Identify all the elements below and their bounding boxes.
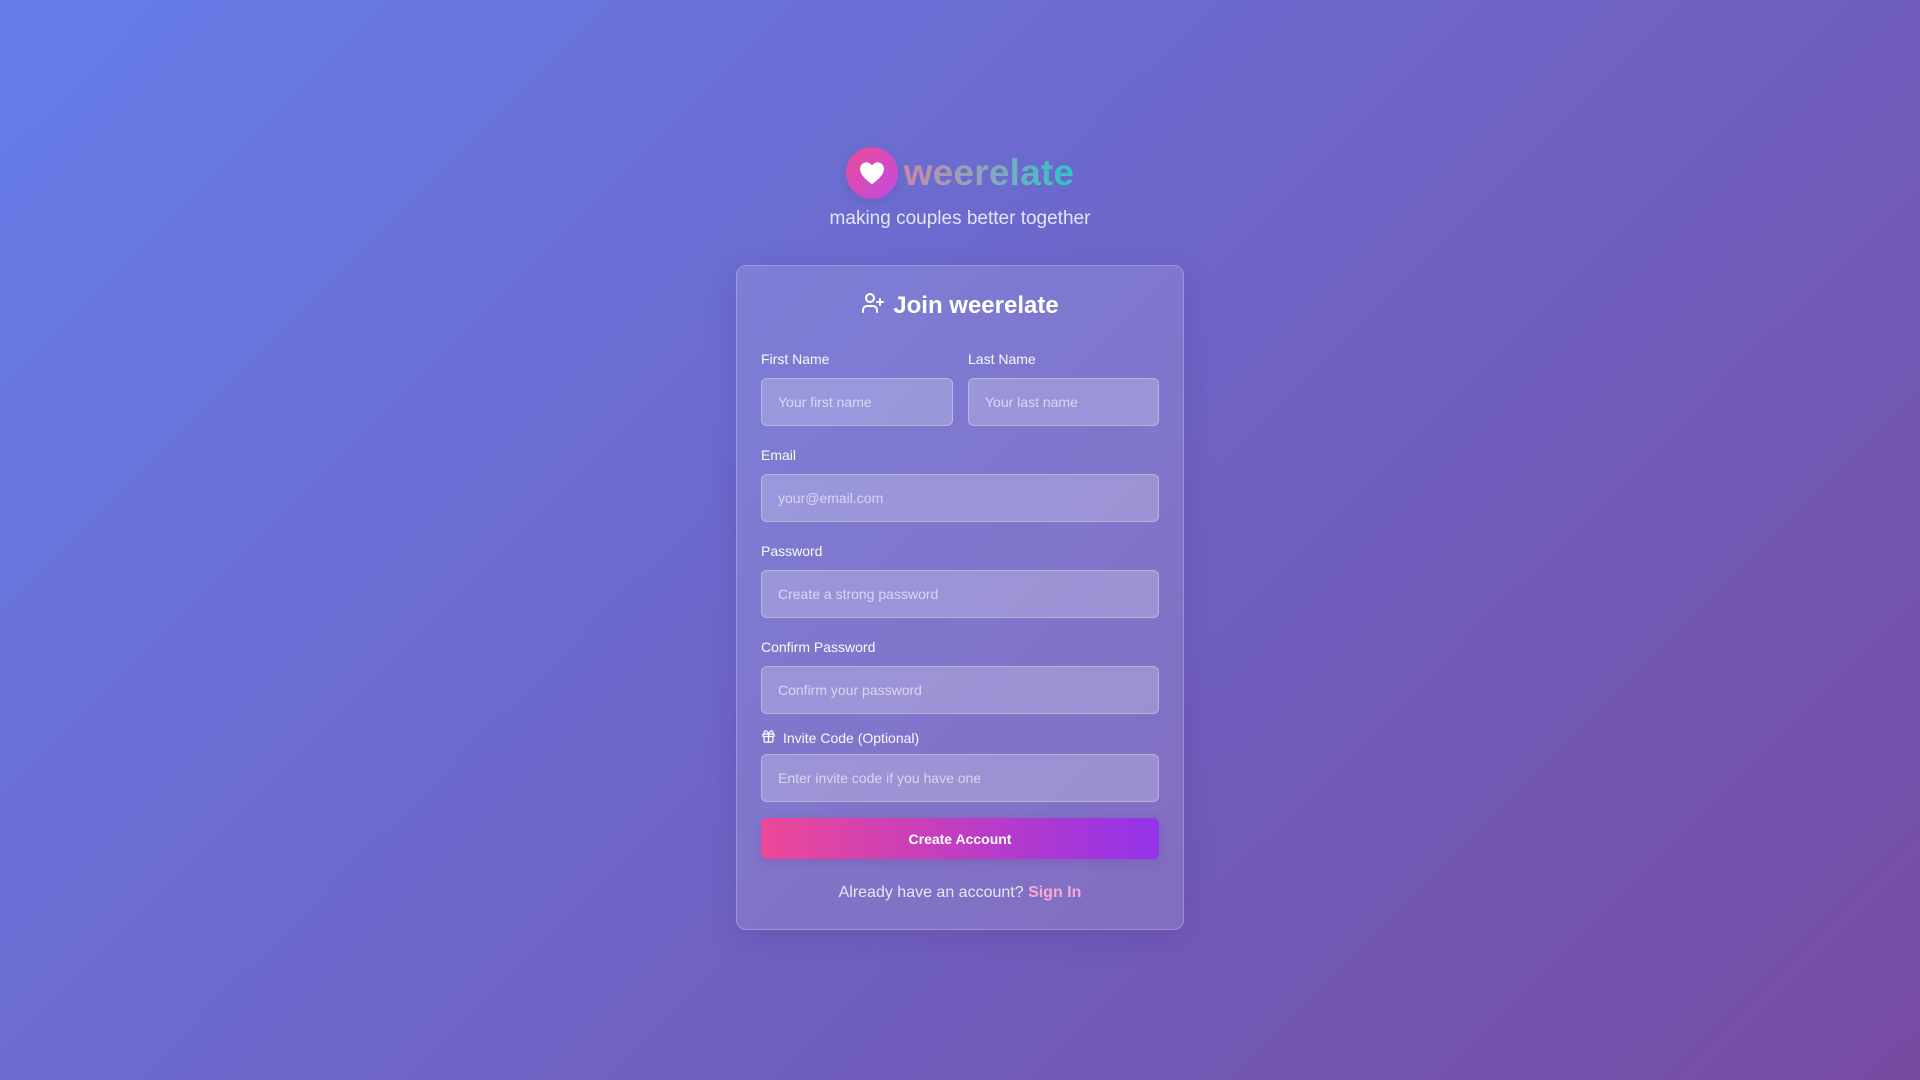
- brand: weerelate: [0, 147, 1920, 199]
- card-title: Join weerelate: [737, 291, 1183, 320]
- last-name-input[interactable]: [968, 378, 1159, 426]
- user-plus-icon: [861, 291, 885, 320]
- first-name-input[interactable]: [761, 378, 953, 426]
- heart-icon: [859, 161, 885, 185]
- confirm-password-input[interactable]: [761, 666, 1159, 714]
- invite-code-label-text: Invite Code (Optional): [783, 730, 920, 746]
- invite-code-input[interactable]: [761, 754, 1159, 802]
- email-input[interactable]: [761, 474, 1159, 522]
- signin-prompt: Already have an account? Sign In: [737, 884, 1183, 902]
- brand-name: weerelate: [904, 147, 1074, 199]
- confirm-password-label: Confirm Password: [761, 639, 876, 655]
- first-name-label: First Name: [761, 351, 830, 367]
- invite-code-label: Invite Code (Optional): [761, 729, 919, 747]
- password-label: Password: [761, 543, 823, 559]
- tagline: making couples better together: [829, 208, 1091, 229]
- gift-icon: [761, 729, 776, 747]
- signin-link[interactable]: Sign In: [1028, 884, 1081, 901]
- email-label: Email: [761, 447, 797, 463]
- signup-card: Join weerelate First Name Last Name Emai…: [736, 265, 1184, 930]
- logo: [845, 147, 898, 199]
- signin-prompt-text: Already have an account?: [838, 884, 1024, 901]
- create-account-button[interactable]: Create Account: [761, 818, 1159, 859]
- card-title-text: Join weerelate: [893, 291, 1059, 319]
- last-name-label: Last Name: [968, 351, 1036, 367]
- password-input[interactable]: [761, 570, 1159, 618]
